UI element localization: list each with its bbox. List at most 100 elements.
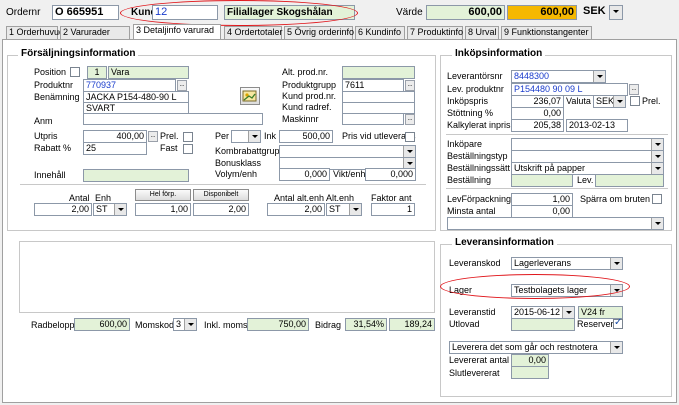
kalkylerat-field: 205,38 bbox=[511, 119, 564, 132]
rabatt-field[interactable]: 25 bbox=[83, 142, 147, 155]
chevron-down-icon bbox=[651, 151, 663, 162]
bestallningssatt-value: Utskrift på papper bbox=[514, 163, 586, 173]
leveranskod-dropdown[interactable]: Lagerleverans bbox=[511, 257, 623, 270]
prel-label: Prel. bbox=[160, 131, 179, 141]
fast-label: Fast bbox=[160, 143, 178, 153]
kund-name-field: Filiallager Skogshålan bbox=[224, 5, 355, 20]
disponibelt-button[interactable]: Disponibelt bbox=[193, 189, 249, 201]
bidrag-pct-field: 31,54% bbox=[345, 318, 387, 331]
kombrabattgrupp-label: Kombrabattgrupp bbox=[215, 146, 285, 156]
bestallning-label: Beställning bbox=[447, 175, 492, 185]
inkop-prel-label: Prel. bbox=[642, 96, 661, 106]
disponibelt-field: 2,00 bbox=[193, 203, 249, 216]
vikt-field[interactable]: 0,000 bbox=[365, 168, 416, 181]
antal-field[interactable]: 2,00 bbox=[34, 203, 92, 216]
lev-produktnr-lookup-button[interactable]: .. bbox=[629, 84, 639, 95]
momskod-dropdown[interactable]: 3 bbox=[173, 318, 197, 331]
bestallningssatt-label: Beställningssätt bbox=[447, 163, 511, 173]
picture-icon bbox=[242, 90, 257, 102]
currency-dropdown-button[interactable] bbox=[609, 5, 623, 20]
chevron-down-icon bbox=[349, 204, 361, 215]
stottning-label: Stöttning % bbox=[447, 108, 494, 118]
tab-kundinfo[interactable]: 6 Kundinfo bbox=[355, 26, 405, 39]
position-field[interactable]: 1 bbox=[87, 66, 107, 79]
enh-dropdown[interactable]: ST bbox=[93, 203, 127, 216]
produktnr-lookup-button[interactable]: .. bbox=[177, 80, 187, 91]
bidrag-label: Bidrag bbox=[315, 320, 342, 330]
momskod-value: 3 bbox=[176, 319, 182, 329]
leverera-option-dropdown[interactable]: Leverera det som går och restnotera bbox=[449, 341, 623, 354]
chevron-down-icon bbox=[248, 131, 260, 142]
antal-alt-field[interactable]: 2,00 bbox=[267, 203, 325, 216]
reserveras-checkbox[interactable] bbox=[613, 317, 623, 329]
product-image-button[interactable] bbox=[240, 87, 260, 105]
tab-orderhuvud[interactable]: 1 Orderhuvud bbox=[6, 26, 64, 39]
lev-produktnr-label: Lev. produktnr bbox=[447, 84, 504, 94]
tab-detaljinfo-varurad[interactable]: 3 Detaljinfo varurad bbox=[133, 24, 221, 40]
tab-ordertotaler[interactable]: 4 Ordertotaler bbox=[224, 26, 283, 39]
chevron-down-icon bbox=[613, 96, 625, 107]
tab-ovrig-orderinfo[interactable]: 5 Övrig orderinfo bbox=[284, 26, 354, 39]
tab-produktinfo[interactable]: 7 Produktinfo bbox=[407, 26, 463, 39]
alt-prod-field[interactable] bbox=[342, 66, 415, 79]
maskinnr-field[interactable] bbox=[342, 113, 404, 125]
sparra-checkbox[interactable] bbox=[652, 194, 662, 204]
innehall-field bbox=[83, 169, 189, 182]
inkop-extra-dropdown[interactable] bbox=[447, 217, 664, 230]
varde-field-2: 600,00 bbox=[507, 5, 577, 20]
kund-field[interactable]: 12 bbox=[152, 5, 218, 20]
lev-field bbox=[595, 174, 664, 187]
minsta-antal-label: Minsta antal bbox=[447, 206, 496, 216]
inkl-moms-field: 750,00 bbox=[247, 318, 309, 331]
benamning-label: Benämning bbox=[34, 92, 80, 102]
inkop-prel-checkbox[interactable] bbox=[630, 96, 640, 106]
volym-field[interactable]: 0,000 bbox=[279, 168, 330, 181]
faktor-field[interactable]: 1 bbox=[371, 203, 415, 216]
tab-funktionstangenter[interactable]: 9 Funktionstangenter bbox=[501, 26, 592, 39]
lager-dropdown[interactable]: Testbolagets lager bbox=[511, 284, 623, 297]
anm-field[interactable] bbox=[83, 113, 263, 125]
momskod-label: Momskod bbox=[135, 320, 175, 330]
inkl-moms-label: Inkl. moms bbox=[204, 320, 248, 330]
produktgrupp-label: Produktgrupp bbox=[282, 80, 337, 90]
tab-urval[interactable]: 8 Urval bbox=[465, 26, 499, 39]
maskinnr-lookup-button[interactable]: .. bbox=[405, 114, 415, 125]
prel-checkbox[interactable] bbox=[183, 132, 193, 142]
hel-forp-button[interactable]: Hel förp. bbox=[135, 189, 191, 201]
vikt-label: Vikt/enh bbox=[333, 169, 366, 179]
leveranstid-value: 2015-06-12 bbox=[514, 307, 561, 317]
chevron-down-icon bbox=[651, 139, 663, 150]
produktgrupp-lookup-button[interactable]: .. bbox=[405, 80, 415, 91]
slutlevererat-field bbox=[511, 366, 549, 379]
per-dropdown[interactable] bbox=[231, 130, 261, 143]
pris-utl-checkbox[interactable] bbox=[405, 132, 415, 142]
tab-varurader[interactable]: 2 Varurader bbox=[60, 26, 130, 39]
notes-area[interactable] bbox=[19, 241, 435, 313]
fast-checkbox[interactable] bbox=[183, 144, 193, 154]
chevron-down-icon bbox=[651, 218, 663, 229]
maskinnr-label: Maskinnr bbox=[282, 114, 319, 124]
valuta-dropdown[interactable]: SEK bbox=[593, 95, 626, 108]
kund-radref-label: Kund radref. bbox=[282, 102, 332, 112]
kalkylerat-date-field: 2013-02-13 bbox=[566, 119, 628, 132]
position-checkbox[interactable] bbox=[70, 67, 80, 77]
chevron-down-icon bbox=[403, 146, 415, 157]
alt-enh-dropdown[interactable]: ST bbox=[326, 203, 362, 216]
utpris-lookup-button[interactable]: .. bbox=[148, 131, 158, 142]
ordernr-field[interactable]: O 665951 bbox=[52, 5, 119, 20]
levererat-antal-label: Levererat antal bbox=[449, 355, 510, 365]
slutlevererat-label: Slutlevererat bbox=[449, 368, 500, 378]
valuta-label: Valuta bbox=[566, 96, 591, 106]
lev-label: Lev. bbox=[577, 175, 594, 185]
leveranskod-label: Leveranskod bbox=[449, 258, 501, 268]
leverera-option-value: Leverera det som går och restnotera bbox=[452, 342, 598, 352]
levforpackning-label: LevFörpackning bbox=[447, 194, 512, 204]
utlovad-field bbox=[511, 318, 575, 331]
chevron-down-icon bbox=[610, 6, 622, 19]
chevron-down-icon bbox=[610, 258, 622, 269]
ink-field: 500,00 bbox=[279, 130, 333, 143]
produktnr-label: Produktnr bbox=[34, 80, 74, 90]
kalkylerat-label: Kalkylerat inpris bbox=[447, 120, 511, 130]
leverantorsnr-dropdown[interactable]: 8448300 bbox=[511, 70, 606, 83]
utpris-label: Utpris bbox=[34, 131, 58, 141]
